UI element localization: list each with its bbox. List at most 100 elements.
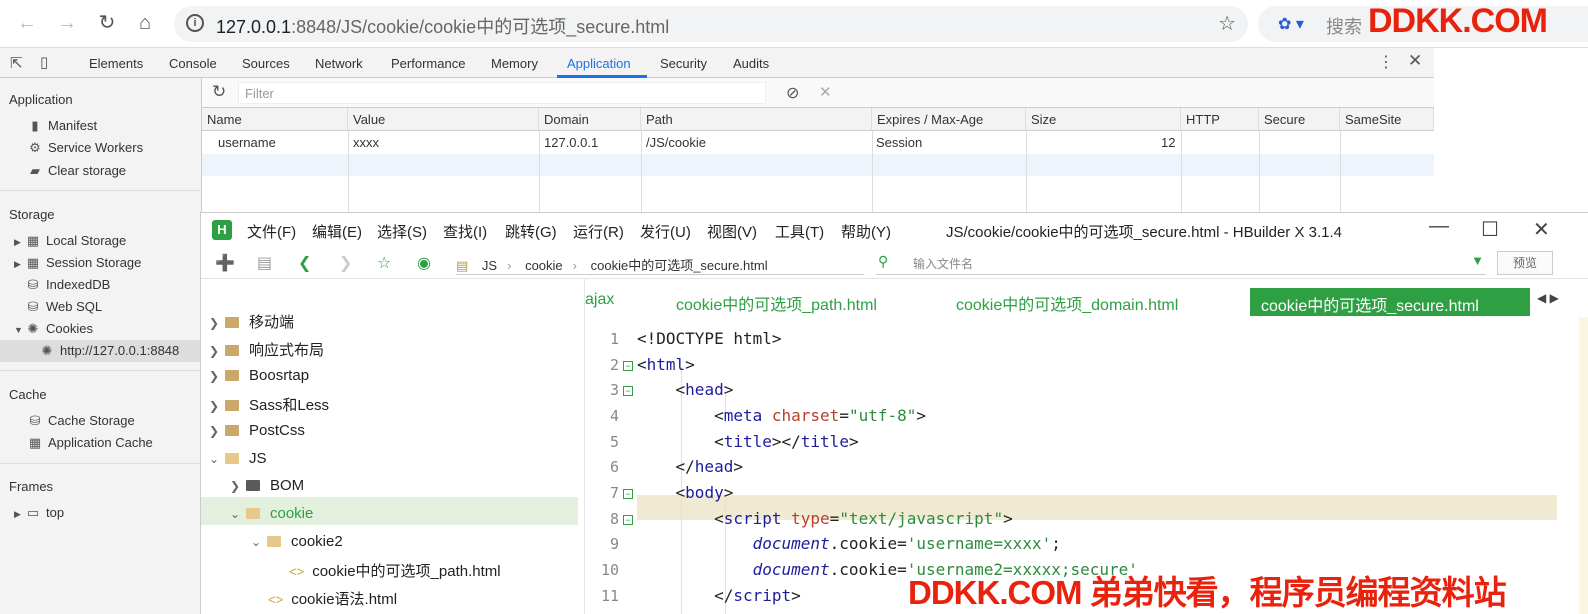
forward-icon[interactable]: → <box>54 10 80 36</box>
fold-toggle-icon[interactable]: − <box>623 386 633 396</box>
close-devtools-icon[interactable]: ✕ <box>1408 51 1422 71</box>
expand-arrow-icon[interactable]: ▶ <box>14 259 24 270</box>
menu-view[interactable]: 视图(V) <box>707 221 757 242</box>
code-line-4[interactable]: <meta charset="utf-8"> <box>637 406 926 425</box>
nav-forward-icon[interactable]: ❯ <box>339 253 352 273</box>
bookmark-star-icon[interactable]: ☆ <box>1218 11 1236 36</box>
tree-item-sass-less[interactable]: ❯ Sass和Less <box>209 394 329 415</box>
cell-value[interactable]: xxxx <box>353 135 379 150</box>
tab-security[interactable]: Security <box>660 56 707 71</box>
tree-item-syntax-html[interactable]: <> cookie语法.html <box>268 588 397 609</box>
tab-scroll-arrows-icon[interactable]: ◀ ▶ <box>1537 291 1559 305</box>
filter-funnel-icon[interactable]: ▼ <box>1471 253 1484 268</box>
code-line-8[interactable]: <script type="text/javascript"> <box>637 509 1013 528</box>
tab-application[interactable]: Application <box>567 56 631 71</box>
menu-goto[interactable]: 跳转(G) <box>505 221 557 242</box>
column-header-domain[interactable]: Domain <box>539 108 641 131</box>
back-icon[interactable]: ← <box>14 10 40 36</box>
sidebar-item-session-storage[interactable]: ▶ ▦ Session Storage <box>14 255 141 271</box>
menu-run[interactable]: 运行(R) <box>573 221 624 242</box>
cell-expires[interactable]: Session <box>876 135 922 150</box>
column-header-path[interactable]: Path <box>641 108 872 131</box>
tab-sources[interactable]: Sources <box>242 56 290 71</box>
inspect-element-icon[interactable]: ⇱ <box>10 54 23 72</box>
menu-publish[interactable]: 发行(U) <box>640 221 691 242</box>
sidebar-item-cookie-origin[interactable]: ✺ http://127.0.0.1:8848 <box>40 343 180 359</box>
menu-edit[interactable]: 编辑(E) <box>312 221 362 242</box>
refresh-icon[interactable]: ↻ <box>212 82 226 102</box>
tree-item-bootstrap[interactable]: ❯ Boosrtap <box>209 367 309 384</box>
tab-secure-html[interactable]: cookie中的可选项_secure.html <box>1250 288 1530 316</box>
sidebar-item-clear-storage[interactable]: ▰ Clear storage <box>28 163 126 179</box>
tab-elements[interactable]: Elements <box>89 56 143 71</box>
column-header-http[interactable]: HTTP <box>1181 108 1259 131</box>
sidebar-item-cache-storage[interactable]: ⛁ Cache Storage <box>28 413 135 429</box>
preview-button[interactable]: 预览 <box>1497 251 1553 275</box>
column-header-secure[interactable]: Secure <box>1259 108 1340 131</box>
more-options-icon[interactable]: ⋮ <box>1378 52 1394 72</box>
fold-toggle-icon[interactable]: − <box>623 489 633 499</box>
home-icon[interactable]: ⌂ <box>132 10 158 36</box>
close-window-icon[interactable]: ✕ <box>1533 217 1550 242</box>
expand-arrow-icon[interactable]: ▶ <box>14 237 24 248</box>
tree-item-postcss[interactable]: ❯ PostCss <box>209 422 305 439</box>
breadcrumb-item[interactable]: cookie中的可选项_secure.html <box>591 258 768 273</box>
tree-item-cookie2[interactable]: ⌄ cookie2 <box>251 533 343 550</box>
tab-audits[interactable]: Audits <box>733 56 769 71</box>
baidu-paw-icon[interactable]: ✿ ▾ <box>1278 14 1304 34</box>
sidebar-item-manifest[interactable]: ▮ Manifest <box>28 118 97 134</box>
menu-help[interactable]: 帮助(Y) <box>841 221 891 242</box>
run-icon[interactable]: ◉ <box>417 253 431 273</box>
tree-item-js[interactable]: ⌄ JS <box>209 450 267 467</box>
device-toolbar-icon[interactable]: ▯ <box>40 53 48 71</box>
menu-file[interactable]: 文件(F) <box>247 221 296 242</box>
tree-item-cookie[interactable]: ⌄ cookie <box>230 505 313 522</box>
code-line-3[interactable]: <head> <box>637 380 734 399</box>
sidebar-item-cookies[interactable]: ▼ ✺ Cookies <box>14 321 93 337</box>
sidebar-item-web-sql[interactable]: ⛁ Web SQL <box>26 299 103 315</box>
column-header-value[interactable]: Value <box>348 108 539 131</box>
save-icon[interactable]: ▤ <box>257 253 272 273</box>
column-header-name[interactable]: Name <box>202 108 348 131</box>
nav-back-icon[interactable]: ❮ <box>298 253 311 273</box>
tab-network[interactable]: Network <box>315 56 363 71</box>
cell-size[interactable]: 12 <box>1161 135 1175 150</box>
cell-path[interactable]: /JS/cookie <box>646 135 706 150</box>
editor-scrollbar[interactable] <box>1579 317 1588 614</box>
tab-memory[interactable]: Memory <box>491 56 538 71</box>
column-header-expires[interactable]: Expires / Max-Age <box>872 108 1026 131</box>
new-file-icon[interactable]: ➕ <box>215 253 235 273</box>
cell-name[interactable]: username <box>218 135 276 150</box>
info-icon[interactable]: i <box>186 14 204 32</box>
tree-item-bom[interactable]: ❯ BOM <box>230 477 304 494</box>
tree-item-path-html[interactable]: <> cookie中的可选项_path.html <box>289 560 501 581</box>
column-header-size[interactable]: Size <box>1026 108 1181 131</box>
expand-arrow-icon[interactable]: ▶ <box>14 509 24 520</box>
code-line-11[interactable]: </script> <box>637 586 801 605</box>
code-line-7[interactable]: <body> <box>637 483 734 502</box>
code-line-9[interactable]: document.cookie='username=xxxx'; <box>637 534 1061 553</box>
code-line-1[interactable]: <!DOCTYPE html> <box>637 329 782 348</box>
address-url[interactable]: 127.0.0.1:8848/JS/cookie/cookie中的可选项_sec… <box>216 13 669 39</box>
menu-select[interactable]: 选择(S) <box>377 221 427 242</box>
tree-item-responsive[interactable]: ❯ 响应式布局 <box>209 339 324 360</box>
tree-item-mobile[interactable]: ❯ 移动端 <box>209 311 294 332</box>
code-line-5[interactable]: <title></title> <box>637 432 859 451</box>
breadcrumb-item[interactable]: JS <box>482 258 497 273</box>
tab-domain-html[interactable]: cookie中的可选项_domain.html <box>956 291 1178 315</box>
cell-domain[interactable]: 127.0.0.1 <box>544 135 598 150</box>
menu-tools[interactable]: 工具(T) <box>775 221 824 242</box>
tab-ajax[interactable]: ajax <box>585 291 614 309</box>
code-line-2[interactable]: <html> <box>637 355 695 374</box>
address-bar[interactable]: i 127.0.0.1:8848/JS/cookie/cookie中的可选项_s… <box>174 6 1248 42</box>
tab-path-html[interactable]: cookie中的可选项_path.html <box>676 291 877 315</box>
fold-toggle-icon[interactable]: − <box>623 515 633 525</box>
maximize-icon[interactable]: ☐ <box>1481 217 1499 242</box>
reload-icon[interactable]: ↻ <box>94 10 120 36</box>
favorite-star-icon[interactable]: ☆ <box>377 253 391 273</box>
clear-all-icon[interactable]: ⊘ <box>786 83 799 103</box>
sidebar-item-application-cache[interactable]: ▦ Application Cache <box>28 435 153 451</box>
column-header-samesite[interactable]: SameSite <box>1340 108 1434 131</box>
delete-selected-icon[interactable]: ✕ <box>819 83 832 101</box>
tab-performance[interactable]: Performance <box>391 56 465 71</box>
